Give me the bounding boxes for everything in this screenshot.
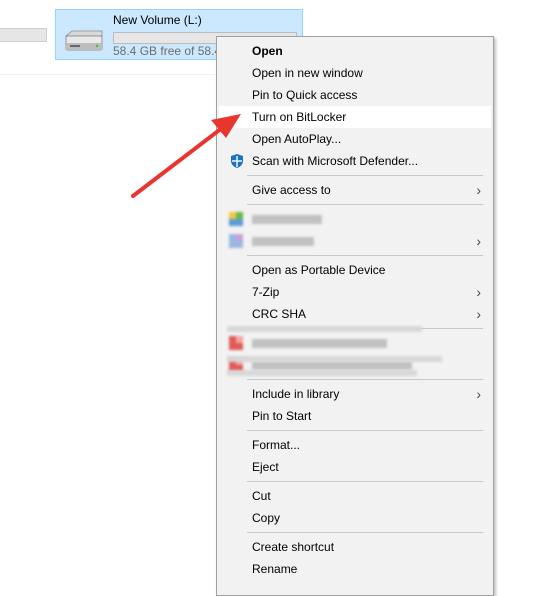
menu-item-open-autoplay[interactable]: Open AutoPlay... — [219, 128, 491, 150]
menu-item-label: Turn on BitLocker — [252, 110, 347, 124]
menu-item-copy[interactable]: Copy — [219, 507, 491, 529]
menu-item-open[interactable]: Open — [219, 40, 491, 62]
menu-item-turn-on-bitlocker[interactable]: Turn on BitLocker — [219, 106, 491, 128]
menu-item-label: Create shortcut — [252, 540, 335, 554]
context-menu: Open Open in new window Pin to Quick acces… — [216, 36, 494, 596]
blurred-overflow-strip — [227, 356, 442, 362]
menu-item-label: Open as Portable Device — [252, 263, 386, 277]
menu-item-label: Give access to — [252, 183, 331, 197]
menu-separator — [247, 430, 483, 431]
menu-item-pin-to-start[interactable]: Pin to Start — [219, 405, 491, 427]
menu-item-label: Include in library — [252, 387, 340, 401]
drive-name: New Volume (L:) — [113, 13, 202, 27]
chevron-right-icon: › — [476, 284, 481, 300]
menu-item-label: Open AutoPlay... — [252, 132, 342, 146]
menu-item-pin-to-quick-access[interactable]: Pin to Quick access — [219, 84, 491, 106]
menu-item-open-as-portable-device[interactable]: Open as Portable Device — [219, 259, 491, 281]
menu-item-label: 7-Zip — [252, 285, 280, 299]
menu-item-label: Eject — [252, 460, 279, 474]
menu-item-label: Open — [252, 44, 283, 58]
menu-item-include-in-library[interactable]: Include in library › — [219, 383, 491, 405]
menu-separator — [247, 255, 483, 256]
menu-item-label: Pin to Quick access — [252, 88, 358, 102]
blurred-label — [252, 339, 387, 348]
menu-separator — [247, 175, 483, 176]
blurred-label — [252, 237, 314, 246]
menu-item-blurred-item[interactable]: › — [219, 230, 491, 252]
blurred-app-icon — [229, 212, 243, 226]
menu-separator — [247, 204, 483, 205]
menu-item-label: CRC SHA — [252, 307, 307, 321]
menu-item-open-in-new-window[interactable]: Open in new window — [219, 62, 491, 84]
menu-separator — [247, 481, 483, 482]
microsoft-defender-icon — [231, 154, 243, 168]
chevron-right-icon: › — [476, 182, 481, 198]
chevron-right-icon: › — [476, 233, 481, 249]
section-divider — [0, 74, 216, 75]
chevron-right-icon: › — [476, 306, 481, 322]
blurred-overflow-strip — [227, 326, 422, 332]
menu-item-blurred-item[interactable] — [219, 208, 491, 230]
menu-item-give-access-to[interactable]: Give access to › — [219, 179, 491, 201]
blurred-label — [252, 215, 322, 224]
blurred-label — [252, 361, 412, 370]
menu-item-crc-sha[interactable]: CRC SHA › — [219, 303, 491, 325]
hard-drive-icon — [64, 30, 103, 51]
menu-item-label: Format... — [252, 438, 301, 452]
menu-item-label: Copy — [252, 511, 281, 525]
blurred-overflow-strip — [227, 370, 417, 376]
chevron-right-icon: › — [476, 386, 481, 402]
menu-item-format[interactable]: Format... — [219, 434, 491, 456]
menu-item-label: Cut — [252, 489, 271, 503]
menu-item-label: Open in new window — [252, 66, 363, 80]
menu-separator — [247, 379, 483, 380]
menu-item-eject[interactable]: Eject — [219, 456, 491, 478]
menu-separator — [247, 532, 483, 533]
menu-item-blurred-item[interactable] — [219, 332, 491, 354]
menu-item-label: Scan with Microsoft Defender... — [252, 154, 419, 168]
previous-drive-usage-bar — [0, 28, 47, 42]
menu-item-7-zip[interactable]: 7-Zip › — [219, 281, 491, 303]
blurred-app-icon — [229, 336, 243, 350]
menu-item-label: Rename — [252, 562, 298, 576]
menu-item-label: Pin to Start — [252, 409, 312, 423]
menu-item-rename[interactable]: Rename — [219, 558, 491, 580]
menu-item-scan-with-microsoft-defender[interactable]: Scan with Microsoft Defender... — [219, 150, 491, 172]
blurred-app-icon — [229, 234, 243, 248]
menu-item-cut[interactable]: Cut — [219, 485, 491, 507]
menu-item-create-shortcut[interactable]: Create shortcut — [219, 536, 491, 558]
